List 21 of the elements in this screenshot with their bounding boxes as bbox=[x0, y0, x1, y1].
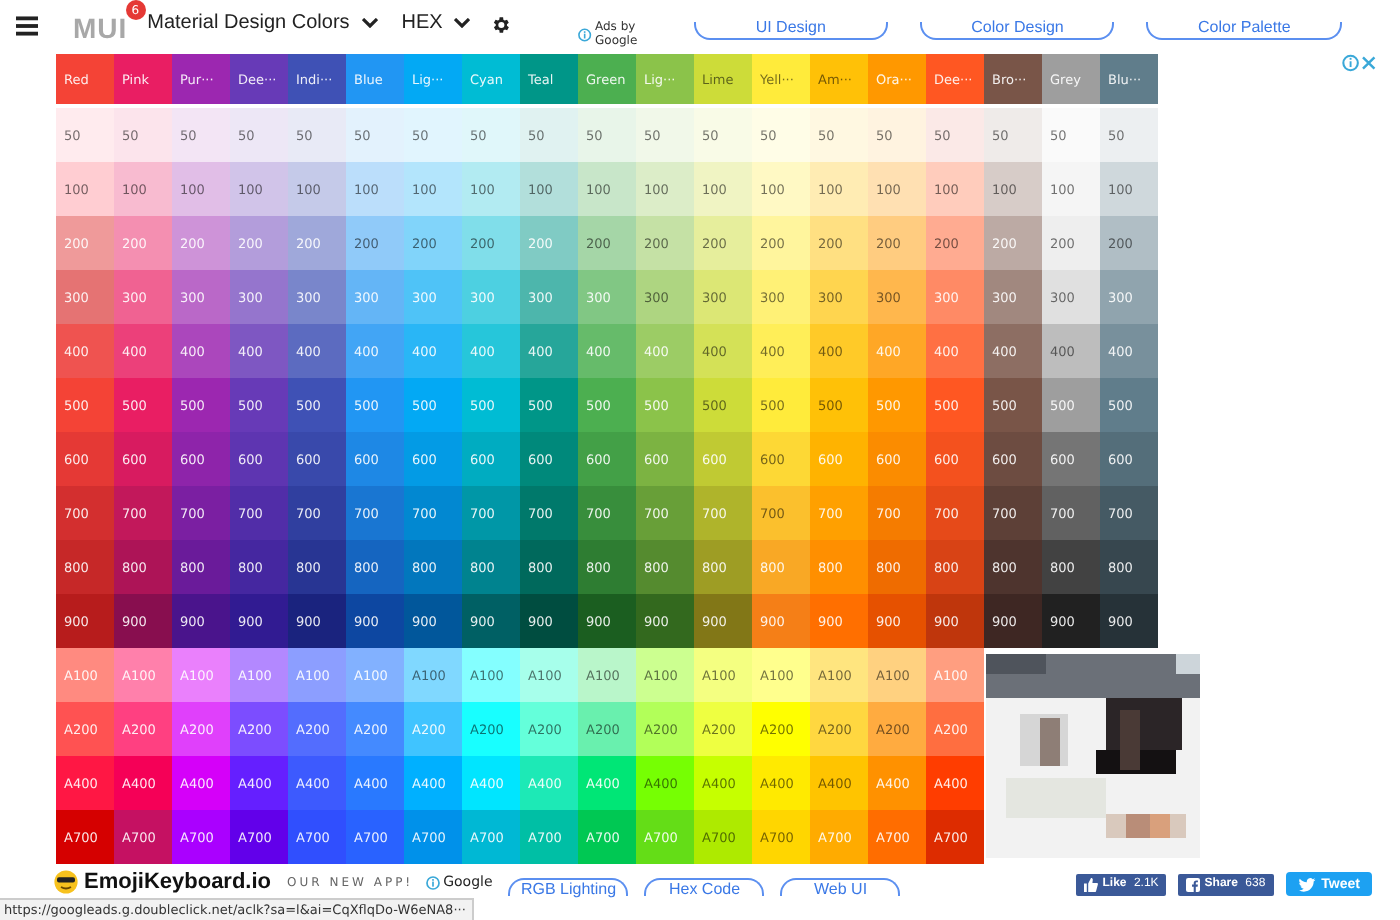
app-name[interactable]: EmojiKeyboard.io bbox=[84, 870, 272, 894]
format-dropdown[interactable]: HEX bbox=[401, 12, 471, 34]
logo[interactable]: MUI bbox=[72, 12, 128, 44]
caret-icon bbox=[361, 18, 378, 28]
info-icon[interactable] bbox=[577, 27, 591, 41]
ad-choices-icon[interactable] bbox=[1341, 54, 1377, 72]
facebook-icon bbox=[1186, 877, 1201, 891]
ad-link[interactable]: RGB Lighting bbox=[508, 877, 629, 895]
ad-link[interactable]: Color Palette bbox=[1146, 22, 1342, 40]
thumbs-up-icon bbox=[1084, 877, 1099, 891]
settings-icon[interactable] bbox=[490, 14, 512, 36]
bird-icon bbox=[1297, 877, 1316, 891]
info-icon[interactable] bbox=[425, 875, 440, 889]
ad-link[interactable]: Hex Code bbox=[644, 877, 765, 895]
caret-icon bbox=[454, 18, 471, 28]
ad-link[interactable]: UI Design bbox=[693, 22, 889, 40]
palette-dropdown[interactable]: Material Design Colors bbox=[147, 12, 378, 34]
ad-link[interactable]: Color Design bbox=[920, 22, 1115, 40]
menu-icon[interactable] bbox=[16, 16, 39, 36]
ad-link[interactable]: Web UI bbox=[780, 877, 901, 895]
sunglasses-emoji-icon bbox=[54, 870, 78, 894]
